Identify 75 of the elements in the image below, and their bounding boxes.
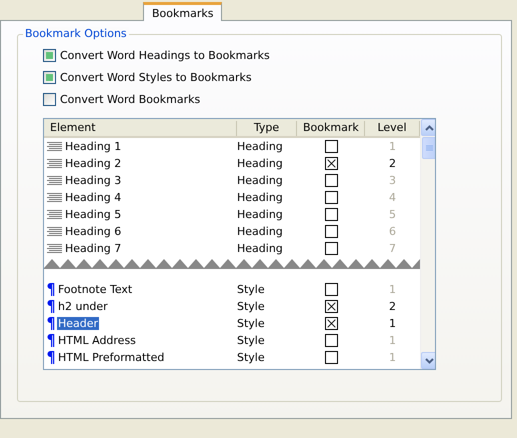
type-cell-text: Heading <box>237 208 284 221</box>
level-cell-text: 2 <box>388 300 397 313</box>
pilcrow-icon <box>47 300 55 313</box>
element-name[interactable]: Heading 3 <box>64 174 122 187</box>
checkbox[interactable] <box>43 49 56 62</box>
level-cell-text: 7 <box>388 242 397 255</box>
checkbox-label[interactable]: Convert Word Bookmarks <box>60 93 200 106</box>
element-name[interactable]: Heading 1 <box>64 140 122 153</box>
checkbox[interactable] <box>43 71 56 84</box>
heading-lines-icon <box>47 209 62 220</box>
checkbox[interactable] <box>324 283 338 296</box>
checkbox[interactable] <box>324 157 338 170</box>
checkbox[interactable] <box>324 225 338 238</box>
checkbox[interactable] <box>324 191 338 204</box>
heading-lines-icon <box>47 158 62 169</box>
checkbox[interactable] <box>324 242 338 255</box>
level-cell-text: 5 <box>388 208 397 221</box>
pilcrow-icon <box>47 317 55 330</box>
type-cell-text: Heading <box>237 225 284 238</box>
checkbox[interactable] <box>324 208 338 221</box>
type-cell-text: Heading <box>237 174 284 187</box>
scrollbar[interactable] <box>420 119 435 369</box>
heading-lines-icon <box>47 192 62 203</box>
element-name[interactable]: HTML Address <box>57 334 137 347</box>
element-name[interactable]: Footnote Text <box>57 283 134 296</box>
level-cell-text: 1 <box>388 140 397 153</box>
heading-lines-icon <box>47 243 62 254</box>
type-cell-text: Heading <box>237 140 284 153</box>
element-name[interactable]: Heading 4 <box>64 191 122 204</box>
level-cell-text: 4 <box>388 191 397 204</box>
type-cell-text: Style <box>237 334 266 347</box>
tab[interactable]: Bookmarks <box>143 2 222 21</box>
pilcrow-icon <box>47 351 55 364</box>
element-name[interactable]: HTML Preformatted <box>57 351 166 364</box>
heading-lines-icon <box>47 175 62 186</box>
type-cell-text: Style <box>237 300 266 313</box>
level-cell-text: 1 <box>388 283 397 296</box>
group-title: Bookmark Options <box>23 27 129 40</box>
type-cell-text: Style <box>237 283 266 296</box>
column-header[interactable]: Bookmark <box>297 121 365 136</box>
level-cell-text: 1 <box>388 317 397 330</box>
pilcrow-icon <box>47 334 55 347</box>
checkbox[interactable] <box>324 140 338 153</box>
level-cell-text: 1 <box>388 351 397 364</box>
level-cell-text: 3 <box>388 174 397 187</box>
type-cell-text: Heading <box>237 242 284 255</box>
type-cell-text: Heading <box>237 191 284 204</box>
checkbox[interactable] <box>324 317 338 330</box>
scroll-up-icon[interactable] <box>421 119 435 136</box>
element-name[interactable]: Heading 5 <box>64 208 122 221</box>
scroll-down-icon[interactable] <box>421 352 435 369</box>
element-name[interactable]: Heading 6 <box>64 225 122 238</box>
column-header[interactable]: Element <box>44 121 237 136</box>
checkbox-label[interactable]: Convert Word Headings to Bookmarks <box>60 49 270 62</box>
checkbox[interactable] <box>324 334 338 347</box>
checkbox[interactable] <box>324 174 338 187</box>
level-cell-text: 6 <box>388 225 397 238</box>
element-name[interactable]: Header <box>57 317 100 330</box>
column-header[interactable]: Type <box>237 121 297 136</box>
element-name[interactable]: Heading 2 <box>64 157 122 170</box>
type-cell-text: Heading <box>237 157 284 170</box>
heading-lines-icon <box>47 226 62 237</box>
checkbox[interactable] <box>43 93 56 106</box>
checkbox[interactable] <box>324 300 338 313</box>
checkbox-label[interactable]: Convert Word Styles to Bookmarks <box>60 71 252 84</box>
scroll-thumb[interactable] <box>422 137 435 159</box>
level-cell-text: 1 <box>388 334 397 347</box>
type-cell-text: Style <box>237 317 266 330</box>
element-name[interactable]: h2 under <box>57 300 109 313</box>
pilcrow-icon <box>47 283 55 296</box>
heading-lines-icon <box>47 141 62 152</box>
level-cell-text: 2 <box>388 157 397 170</box>
type-cell-text: Style <box>237 351 266 364</box>
checkbox[interactable] <box>324 351 338 364</box>
element-name[interactable]: Heading 7 <box>64 242 122 255</box>
